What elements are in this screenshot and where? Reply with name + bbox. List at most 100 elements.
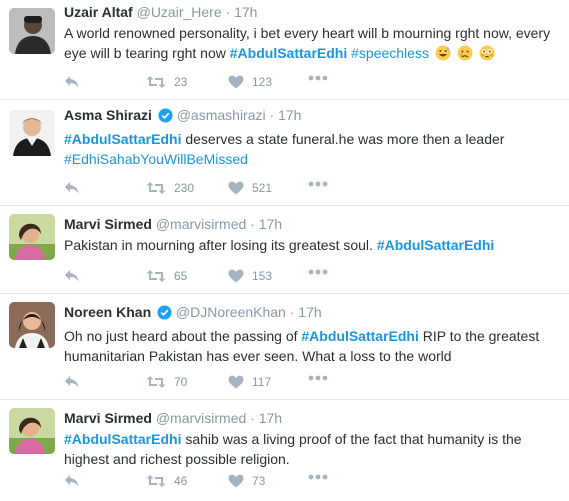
tweet[interactable]: Asma Shirazi @asmashirazi · 17h #AbdulSa… [0, 100, 569, 206]
reply-button[interactable] [64, 75, 80, 89]
display-name[interactable]: Noreen Khan [64, 304, 151, 320]
more-dots-icon [308, 75, 328, 81]
tweet-header: Uzair Altaf @Uzair_Here · 17h [64, 0, 559, 21]
like-button[interactable]: 521 [228, 181, 272, 195]
more-options-button[interactable] [308, 75, 328, 81]
like-count: 117 [252, 375, 272, 389]
verified-badge-icon [157, 305, 172, 324]
retweet-icon [146, 181, 166, 195]
avatar[interactable] [9, 8, 55, 54]
retweet-icon [146, 375, 166, 389]
hashtag-link[interactable]: #AbdulSattarEdhi [64, 431, 181, 447]
avatar[interactable] [9, 214, 55, 260]
tweet-text: Oh no just heard about the passing of #A… [64, 326, 559, 366]
separator-dot: · [289, 304, 295, 320]
like-button[interactable]: 117 [228, 375, 271, 389]
retweet-count: 230 [174, 181, 195, 195]
display-name[interactable]: Asma Shirazi [64, 107, 152, 123]
display-name[interactable]: Uzair Altaf [64, 4, 133, 20]
reply-icon [64, 181, 80, 195]
like-count: 73 [252, 474, 266, 488]
like-button[interactable]: 153 [228, 269, 272, 283]
retweet-button[interactable]: 46 [146, 474, 187, 488]
retweet-count: 65 [174, 269, 188, 283]
avatar[interactable] [9, 110, 55, 156]
heart-icon [228, 474, 244, 488]
user-handle[interactable]: @DJNoreenKhan [176, 304, 286, 320]
retweet-count: 23 [174, 75, 188, 89]
retweet-count: 46 [174, 474, 188, 488]
retweet-button[interactable]: 230 [146, 181, 194, 195]
separator-dot: · [269, 107, 275, 123]
more-dots-icon [308, 375, 328, 381]
verified-badge-icon [158, 108, 173, 127]
user-handle[interactable]: @marvisirmed [156, 410, 246, 426]
separator-dot: · [225, 4, 231, 20]
user-handle[interactable]: @Uzair_Here [137, 4, 222, 20]
hashtag-link[interactable]: #EdhiSahabYouWillBeMissed [64, 151, 248, 167]
timestamp[interactable]: 17h [234, 4, 257, 20]
like-button[interactable]: 73 [228, 474, 265, 488]
more-dots-icon [308, 181, 328, 187]
separator-dot: · [250, 410, 255, 426]
reply-icon [64, 75, 80, 89]
hashtag-link[interactable]: #speechless [351, 45, 429, 61]
heart-icon [228, 269, 244, 283]
tweet-text-part: deserves a state funeral.he was more the… [181, 131, 505, 147]
retweet-icon [146, 474, 166, 488]
tweet-text-part: Oh no just heard about the passing of [64, 328, 302, 344]
heart-icon [228, 75, 244, 89]
hashtag-link[interactable]: #AbdulSattarEdhi [64, 131, 181, 147]
avatar[interactable] [9, 408, 55, 454]
hashtag-link[interactable]: #AbdulSattarEdhi [377, 237, 494, 253]
reply-button[interactable] [64, 375, 80, 389]
heart-icon [228, 181, 244, 195]
more-options-button[interactable] [308, 181, 328, 187]
more-options-button[interactable] [308, 474, 328, 480]
timestamp[interactable]: 17h [259, 216, 282, 232]
heart-icon [228, 375, 244, 389]
retweet-button[interactable]: 70 [146, 375, 187, 389]
reply-button[interactable] [64, 181, 80, 195]
display-name[interactable]: Marvi Sirmed [64, 216, 152, 232]
tweet[interactable]: Noreen Khan @DJNoreenKhan · 17h Oh no ju… [0, 294, 569, 400]
flushed-face-icon [479, 45, 495, 66]
reply-icon [64, 474, 80, 488]
like-count: 521 [252, 181, 273, 195]
tweet-text: Pakistan in mourning after losing its gr… [64, 235, 559, 255]
user-handle[interactable]: @marvisirmed [156, 216, 246, 232]
reply-icon [64, 269, 80, 283]
hashtag-link[interactable]: #AbdulSattarEdhi [230, 45, 347, 61]
retweet-button[interactable]: 23 [146, 75, 187, 89]
tweet-header: Marvi Sirmed @marvisirmed · 17h [64, 206, 559, 233]
separator-dot: · [250, 216, 255, 232]
display-name[interactable]: Marvi Sirmed [64, 410, 152, 426]
retweet-count: 70 [174, 375, 188, 389]
retweet-icon [146, 269, 166, 283]
reply-button[interactable] [64, 269, 80, 283]
tweet[interactable]: Marvi Sirmed @marvisirmed · 17h Pakistan… [0, 206, 569, 294]
reply-button[interactable] [64, 474, 80, 488]
hashtag-link[interactable]: #AbdulSattarEdhi [301, 328, 418, 344]
timestamp[interactable]: 17h [259, 410, 282, 426]
avatar[interactable] [9, 302, 55, 348]
timestamp[interactable]: 17h [298, 304, 321, 320]
more-options-button[interactable] [308, 375, 328, 381]
more-dots-icon [308, 474, 328, 480]
tweet-header: Asma Shirazi @asmashirazi · 17h [64, 100, 559, 127]
retweet-button[interactable]: 65 [146, 269, 187, 283]
timestamp[interactable]: 17h [278, 107, 301, 123]
more-dots-icon [308, 269, 328, 275]
like-count: 153 [252, 269, 273, 283]
tweet[interactable]: Marvi Sirmed @marvisirmed · 17h #AbdulSa… [0, 400, 569, 498]
like-count: 123 [252, 75, 273, 89]
tweet-text: #AbdulSattarEdhi deserves a state funera… [64, 129, 559, 169]
tweet-feed: Uzair Altaf @Uzair_Here · 17h A world re… [0, 0, 569, 498]
tweet-header: Marvi Sirmed @marvisirmed · 17h [64, 400, 559, 427]
like-button[interactable]: 123 [228, 75, 272, 89]
retweet-icon [146, 75, 166, 89]
user-handle[interactable]: @asmashirazi [177, 107, 266, 123]
tweet-header: Noreen Khan @DJNoreenKhan · 17h [64, 294, 559, 324]
tweet[interactable]: Uzair Altaf @Uzair_Here · 17h A world re… [0, 0, 569, 100]
more-options-button[interactable] [308, 269, 328, 275]
